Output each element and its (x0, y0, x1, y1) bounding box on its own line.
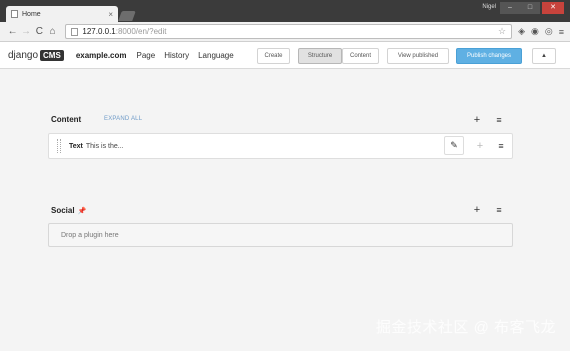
menu-history[interactable]: History (164, 51, 189, 60)
plugin-menu-icon[interactable]: ≡ (491, 138, 511, 154)
home-icon[interactable]: ⌂ (46, 26, 59, 37)
maximize-button[interactable]: □ (520, 2, 540, 14)
pin-icon: 📌 (77, 208, 87, 215)
close-icon[interactable]: × (108, 10, 113, 19)
new-tab-button[interactable] (118, 11, 136, 21)
menu-icon[interactable]: ≡ (559, 27, 564, 37)
placeholder-menu-icon[interactable]: ≡ (489, 202, 509, 218)
site-link[interactable]: example.com (76, 51, 127, 60)
edit-pencil-icon[interactable]: ✎ (444, 136, 464, 155)
create-button[interactable]: Create (257, 48, 290, 64)
placeholder-menu-icon[interactable]: ≡ (489, 112, 509, 128)
plugin-dropzone[interactable]: Drop a plugin here (48, 223, 513, 247)
logo-badge: CMS (40, 49, 64, 61)
extension-icon[interactable]: ◉ (531, 26, 539, 37)
page-icon (11, 10, 18, 18)
watermark: 掘金技术社区 @ 布客飞龙 (375, 319, 556, 336)
logo-text: django (8, 49, 39, 61)
user-label: Nigel (482, 4, 496, 10)
add-plugin-icon[interactable]: + (467, 112, 487, 128)
menu-language[interactable]: Language (198, 51, 234, 60)
toolbar-toggle-button[interactable]: ▲ (532, 48, 556, 64)
view-published-button[interactable]: View published (387, 48, 449, 64)
expand-all-link[interactable]: EXPAND ALL (104, 116, 142, 122)
address-host: 127.0.0.1 (82, 27, 116, 36)
publish-changes-button[interactable]: Publish changes (456, 48, 522, 64)
plugin-name: Text (69, 142, 83, 150)
address-bar[interactable]: 127.0.0.1 :8000/en/?edit ☆ (65, 24, 513, 39)
browser-titlebar: Home × Nigel ‒ □ ✕ (0, 0, 570, 22)
content-button[interactable]: Content (342, 48, 379, 64)
tab-title: Home (22, 10, 41, 18)
structure-button[interactable]: Structure (298, 48, 342, 64)
placeholder-title-social: Social 📌 (51, 206, 86, 215)
plugin-description: This is the... (85, 142, 124, 150)
add-plugin-icon[interactable]: + (470, 138, 490, 154)
close-window-button[interactable]: ✕ (542, 2, 564, 14)
placeholder-title-content: Content (51, 115, 82, 124)
page-icon (71, 27, 79, 36)
django-cms-logo[interactable]: django CMS (8, 49, 64, 61)
placeholder-title-social-text: Social (51, 206, 75, 215)
browser-tab[interactable]: Home × (6, 6, 118, 22)
add-plugin-icon[interactable]: + (467, 202, 487, 218)
forward-icon[interactable]: → (19, 26, 32, 37)
browser-toolbar: ← → C ⌂ 127.0.0.1 :8000/en/?edit ☆ ◈ ◉ ◎… (0, 22, 570, 42)
minimize-button[interactable]: ‒ (500, 2, 520, 14)
address-path: :8000/en/?edit (115, 27, 167, 36)
menu-page[interactable]: Page (137, 51, 156, 60)
extension-icon[interactable]: ◈ (518, 26, 525, 37)
reload-icon[interactable]: C (33, 26, 46, 37)
extension-icon[interactable]: ◎ (545, 26, 553, 37)
bookmark-star-icon[interactable]: ☆ (498, 26, 506, 37)
back-icon[interactable]: ← (6, 26, 19, 37)
drag-handle-icon[interactable] (57, 139, 61, 153)
